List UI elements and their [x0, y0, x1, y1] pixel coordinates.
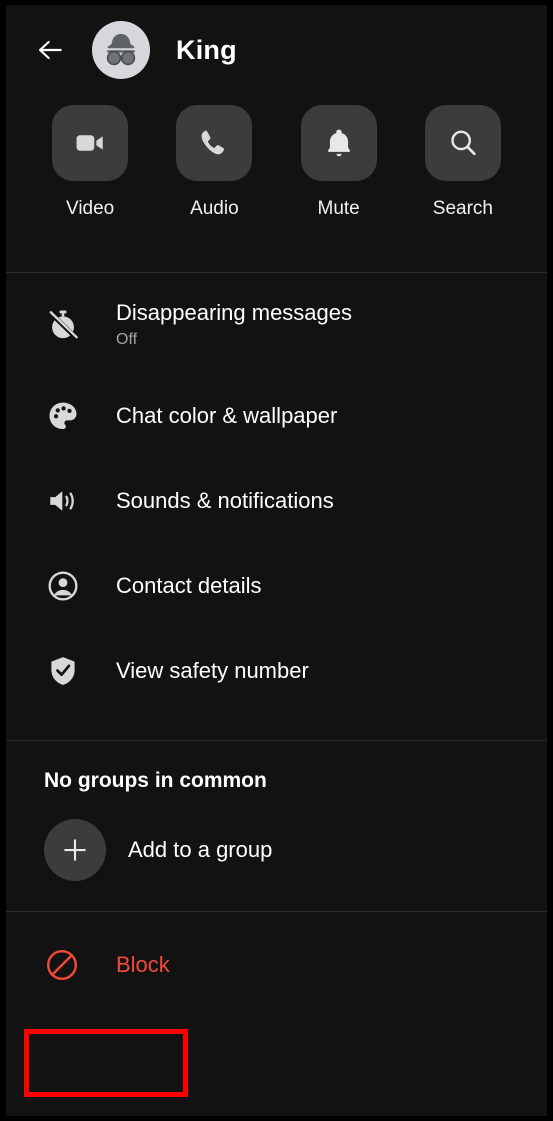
- row-text: Sounds & notifications: [116, 487, 334, 515]
- video-label: Video: [65, 198, 115, 219]
- settings-row-sounds-notifications[interactable]: Sounds & notifications: [6, 458, 547, 543]
- block-row[interactable]: Block: [6, 934, 547, 996]
- row-title: Disappearing messages: [116, 300, 353, 325]
- audio-button[interactable]: [176, 105, 253, 181]
- row-title: Contact details: [116, 572, 262, 598]
- block-section: Block: [6, 912, 547, 1018]
- mute-button[interactable]: [300, 105, 377, 181]
- person-circle-icon: [48, 570, 78, 601]
- block-icon: [47, 950, 77, 980]
- row-title: Chat color & wallpaper: [116, 402, 338, 428]
- row-icon-wrapper: [44, 569, 82, 603]
- back-arrow-icon: [38, 40, 62, 60]
- back-button[interactable]: [28, 28, 72, 72]
- row-subtitle: Off: [116, 331, 138, 348]
- video-button[interactable]: [52, 105, 129, 181]
- palette-icon: [49, 402, 77, 429]
- add-to-group-label: Add to a group: [128, 837, 273, 862]
- row-icon-wrapper: [44, 308, 82, 342]
- phone-icon: [201, 130, 225, 155]
- incognito-avatar-icon: [95, 24, 147, 76]
- timer-off-icon: [48, 310, 79, 341]
- settings-row-chat-color-wallpaper[interactable]: Chat color & wallpaper: [6, 373, 547, 458]
- phone-screenshot-frame: King Video Audio Mute Search Disappearin…: [0, 0, 553, 1121]
- quick-action-audio[interactable]: Audio: [152, 105, 276, 220]
- row-icon-wrapper: [44, 484, 82, 518]
- row-text: View safety number: [116, 657, 309, 685]
- settings-row-view-safety-number[interactable]: View safety number: [6, 628, 547, 713]
- row-text: Disappearing messages Off: [116, 299, 352, 351]
- search-button[interactable]: [424, 105, 501, 181]
- page-title: King: [176, 34, 237, 65]
- row-title: Sounds & notifications: [116, 487, 334, 513]
- row-title: View safety number: [116, 657, 309, 683]
- mute-label: Mute: [317, 198, 360, 219]
- row-icon-wrapper: [44, 399, 82, 433]
- row-icon-wrapper: [44, 654, 82, 688]
- bell-icon: [327, 129, 350, 157]
- search-label: Search: [432, 198, 493, 219]
- add-to-group-button[interactable]: [44, 819, 106, 881]
- audio-label: Audio: [190, 198, 239, 219]
- plus-icon: [64, 839, 86, 861]
- quick-action-video[interactable]: Video: [28, 105, 152, 220]
- shield-check-icon: [51, 656, 75, 685]
- add-to-group-row[interactable]: Add to a group: [6, 815, 547, 885]
- settings-row-disappearing-messages[interactable]: Disappearing messages Off: [6, 277, 547, 373]
- groups-in-common-header: No groups in common: [44, 769, 267, 792]
- app-header: King: [6, 5, 547, 95]
- groups-section: No groups in common Add to a group: [6, 741, 547, 911]
- row-text: Contact details: [116, 572, 262, 600]
- block-label: Block: [116, 952, 170, 977]
- settings-list: Disappearing messages Off Chat color & w…: [6, 273, 547, 717]
- settings-row-contact-details[interactable]: Contact details: [6, 543, 547, 628]
- quick-action-search[interactable]: Search: [401, 105, 525, 220]
- speaker-icon: [50, 490, 74, 511]
- contact-settings-screen: King Video Audio Mute Search Disappearin…: [6, 5, 547, 1116]
- quick-action-mute[interactable]: Mute: [277, 105, 401, 220]
- quick-actions-bar: Video Audio Mute Search: [6, 95, 547, 220]
- row-text: Chat color & wallpaper: [116, 402, 337, 430]
- search-icon: [451, 130, 476, 156]
- video-camera-icon: [76, 135, 103, 151]
- avatar[interactable]: [92, 21, 150, 79]
